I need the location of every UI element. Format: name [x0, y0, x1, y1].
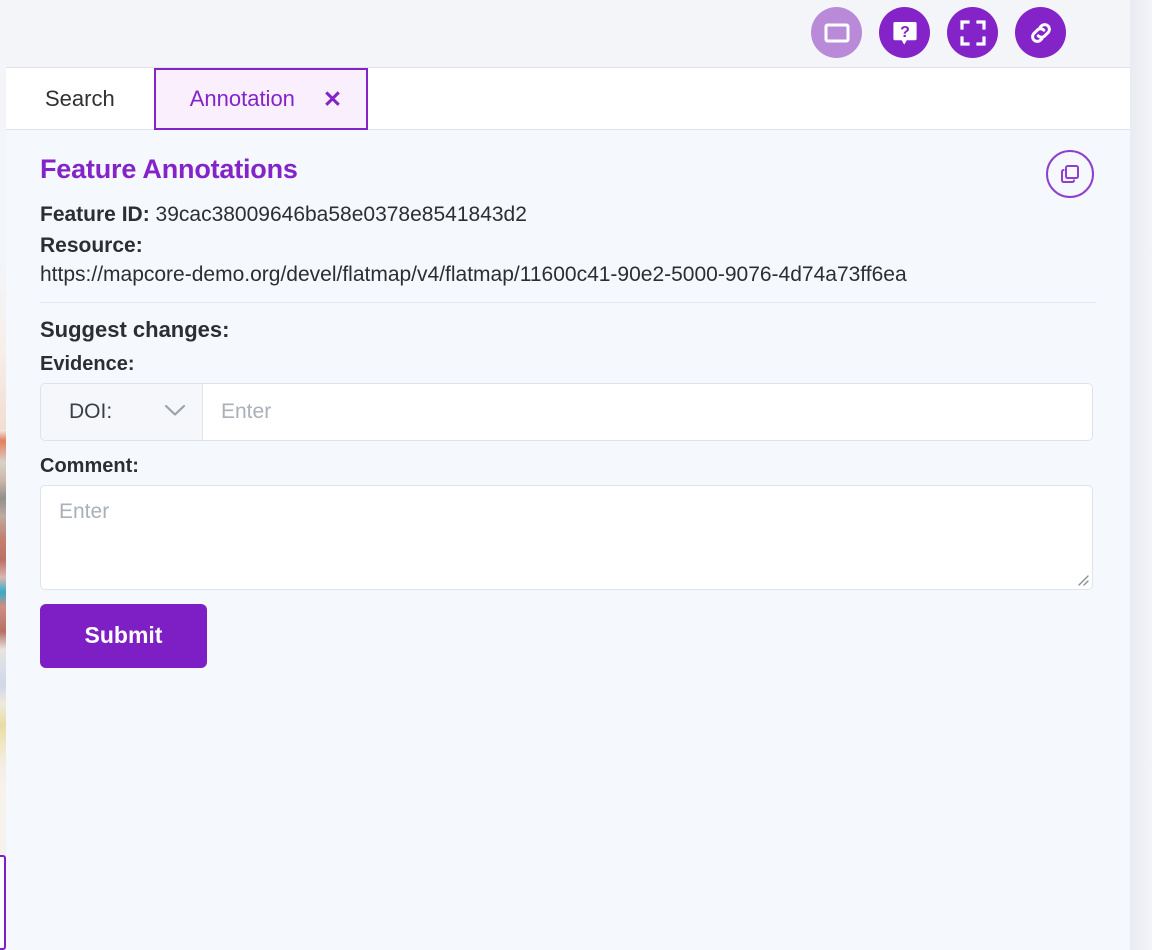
help-icon[interactable]: ? — [879, 7, 930, 58]
section-divider — [40, 301, 1096, 303]
tab-close-icon[interactable]: ✕ — [323, 87, 342, 111]
tab-search-label: Search — [45, 85, 115, 111]
minimise-window-icon[interactable] — [811, 7, 862, 58]
feature-id-row: Feature ID: 39cac38009646ba58e0378e85418… — [40, 201, 1096, 229]
svg-text:?: ? — [900, 24, 910, 41]
fullscreen-icon[interactable] — [947, 7, 998, 58]
feature-id-label: Feature ID: — [40, 203, 150, 226]
feature-id-value: 39cac38009646ba58e0378e8541843d2 — [155, 203, 527, 226]
evidence-input[interactable] — [202, 382, 1093, 441]
comment-textarea[interactable] — [40, 484, 1093, 590]
resource-value: https://mapcore-demo.org/devel/flatmap/v… — [40, 262, 907, 286]
app-root: ? Search Annotation ✕ Feature Annotation… — [0, 0, 1152, 950]
evidence-type-select[interactable]: DOI: — [40, 382, 202, 441]
page-title: Feature Annotations — [40, 154, 298, 184]
tab-annotation-label: Annotation — [189, 86, 295, 111]
submit-button[interactable]: Submit — [40, 603, 207, 668]
evidence-type-value: DOI: — [69, 399, 113, 423]
comment-box — [40, 484, 1093, 590]
annotation-panel: Search Annotation ✕ Feature Annotations … — [6, 68, 1130, 950]
top-toolbar: ? — [6, 0, 1130, 68]
tab-search[interactable]: Search — [6, 68, 154, 129]
tab-annotation[interactable]: Annotation ✕ — [153, 68, 369, 130]
copy-icon[interactable] — [1046, 150, 1094, 198]
chevron-down-icon — [164, 404, 186, 420]
evidence-row: DOI: — [40, 382, 1093, 441]
evidence-label: Evidence: — [40, 352, 135, 375]
suggest-changes-heading: Suggest changes: — [40, 316, 230, 342]
right-gutter — [1130, 0, 1152, 950]
link-icon[interactable] — [1015, 7, 1066, 58]
comment-label: Comment: — [40, 454, 139, 477]
tab-strip: Search Annotation ✕ — [6, 68, 1130, 130]
resource-label: Resource: — [40, 233, 143, 257]
panel-content: Feature Annotations Feature ID: 39cac380… — [6, 130, 1130, 950]
toolbar-icon-group: ? — [811, 7, 1066, 58]
